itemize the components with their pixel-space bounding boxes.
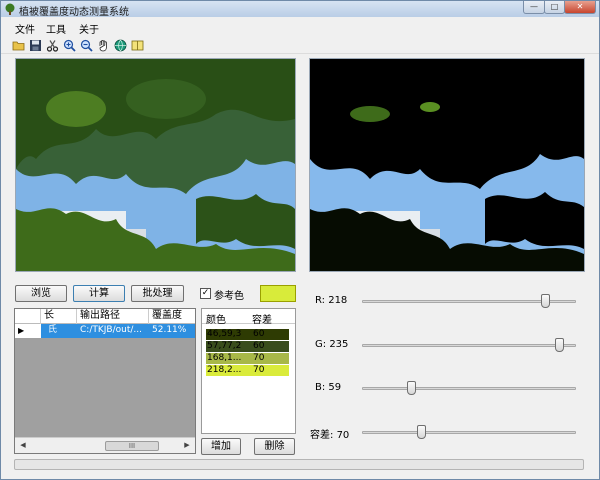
green-channel-value: 235 (329, 339, 349, 350)
results-grid-hscrollbar[interactable]: ◀ III ▶ (15, 437, 195, 453)
color-list-grid[interactable]: 颜色 容差 46,59,36057,77,2860168,1...70218,2… (201, 308, 296, 434)
green-slider-thumb[interactable] (555, 338, 565, 352)
green-slider-label: G: 235 (315, 339, 348, 350)
processed-image (309, 58, 585, 272)
results-grid[interactable]: 长 输出路径 覆盖度 ▶ 氏 C:/TKJB/out/... 52.11% ◀ … (14, 308, 196, 454)
green-channel-name: G: (315, 339, 327, 350)
maximize-button[interactable]: □ (544, 1, 565, 14)
table-row[interactable]: ▶ 氏 C:/TKJB/out/... 52.11% (15, 324, 195, 338)
green-slider-track[interactable] (362, 344, 576, 347)
tolerance-value-cell[interactable]: 70 (252, 353, 289, 364)
tolerance-value-cell[interactable]: 60 (252, 329, 289, 340)
tolerance-channel-value: 70 (336, 430, 350, 441)
column-header-tolerance[interactable]: 容差 (252, 311, 272, 326)
add-color-button[interactable]: 增加 (201, 438, 241, 455)
batch-process-button[interactable]: 批处理 (131, 285, 184, 302)
red-slider-label: R: 218 (315, 295, 347, 306)
tree-canopy-photo (16, 59, 295, 271)
tolerance-value-cell[interactable]: 70 (252, 365, 289, 376)
color-row[interactable]: 218,2... 70 (206, 365, 289, 376)
scroll-left-icon[interactable]: ◀ (17, 440, 29, 451)
toolbar (1, 36, 599, 54)
tolerance-slider-label: 容差: 70 (310, 426, 349, 441)
title-bar[interactable]: 植被覆盖度动态测量系统 — □ ✕ (1, 1, 599, 18)
minimize-button[interactable]: — (523, 1, 545, 14)
color-value-cell[interactable]: 218,2... (206, 365, 242, 376)
red-channel-name: R: (315, 295, 326, 306)
blue-slider-track[interactable] (362, 387, 576, 390)
app-window: 植被覆盖度动态测量系统 — □ ✕ 文件 工具 关于 浏览 计算 批处理 ✓ 参… (0, 0, 600, 480)
row-pointer-icon: ▶ (18, 326, 25, 335)
pan-hand-icon[interactable] (97, 39, 110, 52)
menu-bar: 文件 工具 关于 (1, 18, 599, 36)
save-icon[interactable] (29, 39, 42, 52)
window-title: 植被覆盖度动态测量系统 (19, 7, 129, 18)
progress-bar (14, 459, 584, 470)
menu-tools[interactable]: 工具 (46, 21, 66, 36)
tolerance-slider-thumb[interactable] (416, 425, 426, 439)
tolerance-channel-name: 容差: (310, 430, 334, 441)
tree-app-icon (5, 3, 15, 15)
column-header-output-path[interactable]: 输出路径 (77, 309, 149, 324)
color-value-cell[interactable]: 57,77,28 (206, 341, 242, 352)
color-value-cell[interactable]: 168,1... (206, 353, 242, 364)
delete-color-button[interactable]: 删除 (254, 438, 295, 455)
scroll-right-icon[interactable]: ▶ (181, 440, 193, 451)
zoom-out-icon[interactable] (80, 39, 93, 52)
color-row[interactable]: 57,77,28 60 (206, 341, 289, 352)
close-button[interactable]: ✕ (564, 1, 596, 14)
masked-canopy-photo (310, 59, 584, 271)
column-header-row-marker (15, 309, 41, 324)
tolerance-value-cell[interactable]: 60 (252, 341, 289, 352)
zoom-in-icon[interactable] (63, 39, 76, 52)
globe-icon[interactable] (114, 39, 127, 52)
row-cell-output-path[interactable]: C:/TKJB/out/... (77, 324, 149, 338)
color-grid-header: 颜色 容差 (202, 309, 295, 326)
compute-button[interactable]: 计算 (73, 285, 125, 302)
menu-about[interactable]: 关于 (79, 21, 99, 36)
row-cell-coverage[interactable]: 52.11% (149, 324, 195, 338)
menu-file[interactable]: 文件 (15, 21, 35, 36)
blue-slider-thumb[interactable] (407, 381, 417, 395)
open-folder-icon[interactable] (12, 39, 25, 52)
split-view-icon[interactable] (131, 39, 144, 52)
color-value-cell[interactable]: 46,59,3 (206, 329, 242, 340)
original-image (15, 58, 296, 272)
color-row[interactable]: 168,1... 70 (206, 353, 289, 364)
color-row[interactable]: 46,59,3 60 (206, 329, 289, 340)
reference-color-swatch[interactable] (260, 285, 296, 302)
scroll-thumb[interactable]: III (105, 441, 159, 451)
tolerance-slider-track[interactable] (362, 431, 576, 434)
blue-channel-value: 59 (328, 382, 342, 393)
column-header-name[interactable]: 长 (41, 309, 77, 324)
red-slider-thumb[interactable] (540, 294, 550, 308)
reference-color-label: 参考色 (214, 291, 244, 302)
blue-slider-label: B: 59 (315, 382, 341, 393)
column-header-coverage[interactable]: 覆盖度 (149, 309, 195, 324)
row-cell-name[interactable]: 氏 (45, 324, 77, 338)
browse-button[interactable]: 浏览 (15, 285, 67, 302)
reference-color-checkbox[interactable]: ✓ (200, 288, 211, 299)
blue-channel-name: B: (315, 382, 326, 393)
red-channel-value: 218 (328, 295, 348, 306)
results-grid-header: 长 输出路径 覆盖度 (15, 309, 195, 324)
column-header-color[interactable]: 颜色 (206, 311, 226, 326)
cut-icon[interactable] (46, 39, 59, 52)
